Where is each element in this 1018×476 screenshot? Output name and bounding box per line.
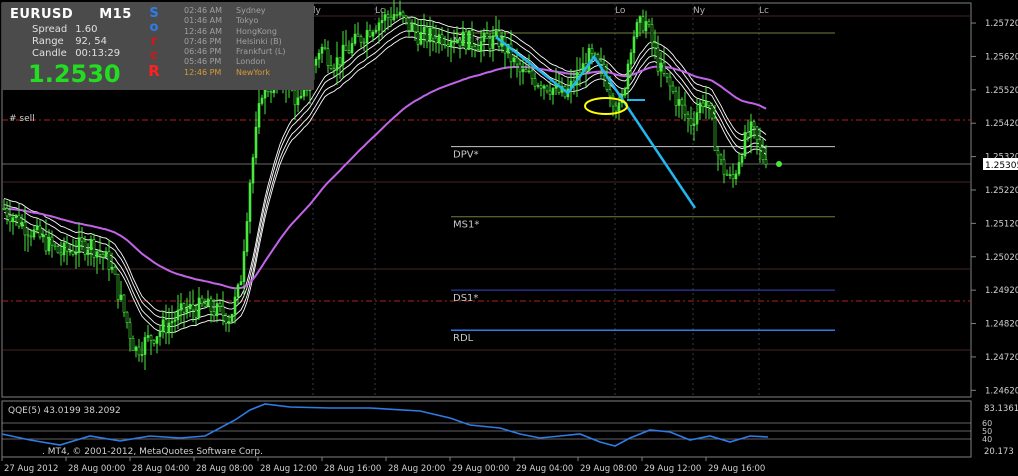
time-axis-label: 27 Aug 2012 [4, 464, 58, 474]
session-row: 05:46 PM London [184, 57, 285, 67]
pivot-label: MS1* [453, 220, 479, 231]
session-time: 02:46 AM [184, 6, 222, 15]
qqe-title: QQE(5) 43.0199 38.2092 [8, 406, 121, 416]
session-time: 01:46 AM [184, 16, 222, 26]
session-city: Sydney [236, 6, 266, 15]
session-city: HongKong [236, 26, 277, 36]
sorcr-letter: S [149, 6, 159, 21]
symbol-title: EURUSD M15 [10, 7, 132, 22]
time-axis-label: 29 Aug 16:00 [708, 464, 765, 474]
qqe-bottom-label: 20.173 [984, 447, 1014, 457]
sorcr-indicator: SorcR [148, 6, 160, 80]
session-time: 07:46 PM [184, 36, 222, 46]
pivot-label: RDL [453, 333, 474, 344]
market-sessions-list: 02:46 AM Sydney 01:46 AM Tokyo 12:46 AM HongK… [184, 6, 285, 78]
sorcr-letter: o [149, 20, 159, 35]
price-axis-label: 1.25620 [985, 52, 1018, 62]
spread-row: Spread 1.60 [32, 24, 97, 35]
range-label: Range [32, 36, 64, 47]
session-row: 01:46 AM Tokyo [184, 16, 285, 26]
sorcr-letter: c [150, 48, 158, 63]
time-axis-label: 28 Aug 12:00 [260, 464, 317, 474]
session-row: 02:46 AM Sydney [184, 6, 285, 16]
symbol-info-panel: EURUSD M15 Spread 1.60 Range 92, 54 Cand… [2, 2, 314, 90]
time-axis-label: 28 Aug 20:00 [388, 464, 445, 474]
sorcr-letter: R [148, 62, 160, 80]
session-city: Tokyo [236, 16, 259, 26]
session-city: NewYork [236, 67, 271, 77]
session-row: 12:46 AM HongKong [184, 27, 285, 37]
time-axis-label: 28 Aug 04:00 [132, 464, 189, 474]
chart-window[interactable]: MR1*DPV*MS1*DS1*RDL 1.257201.256201.2552… [0, 0, 1018, 476]
price-marker-dot [776, 161, 782, 167]
time-axis-label: 28 Aug 16:00 [324, 464, 381, 474]
session-time: 12:46 PM [184, 67, 222, 77]
sell-label: # sell [9, 114, 35, 124]
price-axis-label: 1.25120 [985, 219, 1018, 229]
session-time: 12:46 AM [184, 26, 222, 36]
qqe-level-40: 40 [982, 435, 992, 444]
price-axis-label: 1.24920 [985, 286, 1018, 296]
price-axis-label: 1.25020 [985, 253, 1018, 263]
pivot-label: DPV* [453, 150, 479, 161]
time-axis-label: 29 Aug 12:00 [644, 464, 701, 474]
timeframe-label: M15 [99, 7, 132, 22]
price-axis-label: 1.24820 [985, 320, 1018, 330]
time-axis-label: 28 Aug 08:00 [196, 464, 253, 474]
qqe-top-label: 83.1361 [984, 404, 1018, 414]
spread-label: Spread [32, 24, 68, 35]
session-city: Helsinki (B) [236, 36, 282, 46]
highlight-ellipse[interactable] [584, 97, 628, 115]
price-axis-label: 1.25220 [985, 186, 1018, 196]
session-city: Frankfurt (L) [236, 47, 286, 57]
price-axis-label: 1.25420 [985, 119, 1018, 129]
time-axis-label: 28 Aug 00:00 [68, 464, 125, 474]
session-row: 12:46 PM NewYork [184, 68, 285, 78]
session-tag-2: Lc [375, 6, 385, 16]
current-price: 1.2530 [28, 60, 121, 88]
time-axis-label: 29 Aug 04:00 [516, 464, 573, 474]
session-row: 06:46 PM Frankfurt (L) [184, 47, 285, 57]
pivot-label: DS1* [453, 293, 478, 304]
session-row: 07:46 PM Helsinki (B) [184, 37, 285, 47]
session-time: 06:46 PM [184, 47, 222, 57]
session-tag-5: Lc [759, 6, 769, 16]
price-axis-label: 1.24620 [985, 386, 1018, 396]
session-tag-1: ly [313, 6, 322, 16]
range-value: 92, 54 [75, 36, 107, 47]
copyright-text: . MT4, © 2001-2012, MetaQuotes Software … [42, 447, 263, 457]
session-tag-3: Lo [615, 6, 626, 16]
price-axis: 1.257201.256201.255201.254201.253201.252… [971, 19, 1018, 396]
price-axis-label: 1.25520 [985, 86, 1018, 96]
spread-value: 1.60 [75, 24, 98, 35]
session-city: London [236, 57, 266, 67]
candle-label: Candle [32, 48, 67, 59]
price-axis-label: 1.24720 [985, 353, 1018, 363]
sorcr-letter: r [150, 34, 158, 49]
range-row: Range 92, 54 [32, 36, 107, 47]
candle-timer: 00:13:29 [75, 48, 121, 59]
candle-row: Candle 00:13:29 [32, 48, 120, 59]
session-time: 05:46 PM [184, 57, 222, 67]
price-axis-label: 1.25720 [985, 19, 1018, 29]
time-axis-label: 29 Aug 08:00 [580, 464, 637, 474]
time-axis: 27 Aug 2012 28 Aug 00:00 28 Aug 04:00 28 Au… [1, 457, 765, 474]
qqe-indicator [1, 403, 971, 447]
session-tag-4: Ny [693, 6, 706, 16]
time-axis-label: 29 Aug 00:00 [452, 464, 509, 474]
pivot-lines: MR1*DPV*MS1*DS1*RDL [451, 32, 835, 344]
symbol-name: EURUSD [10, 7, 74, 22]
current-price-tag: 1.25305 [985, 161, 1018, 171]
